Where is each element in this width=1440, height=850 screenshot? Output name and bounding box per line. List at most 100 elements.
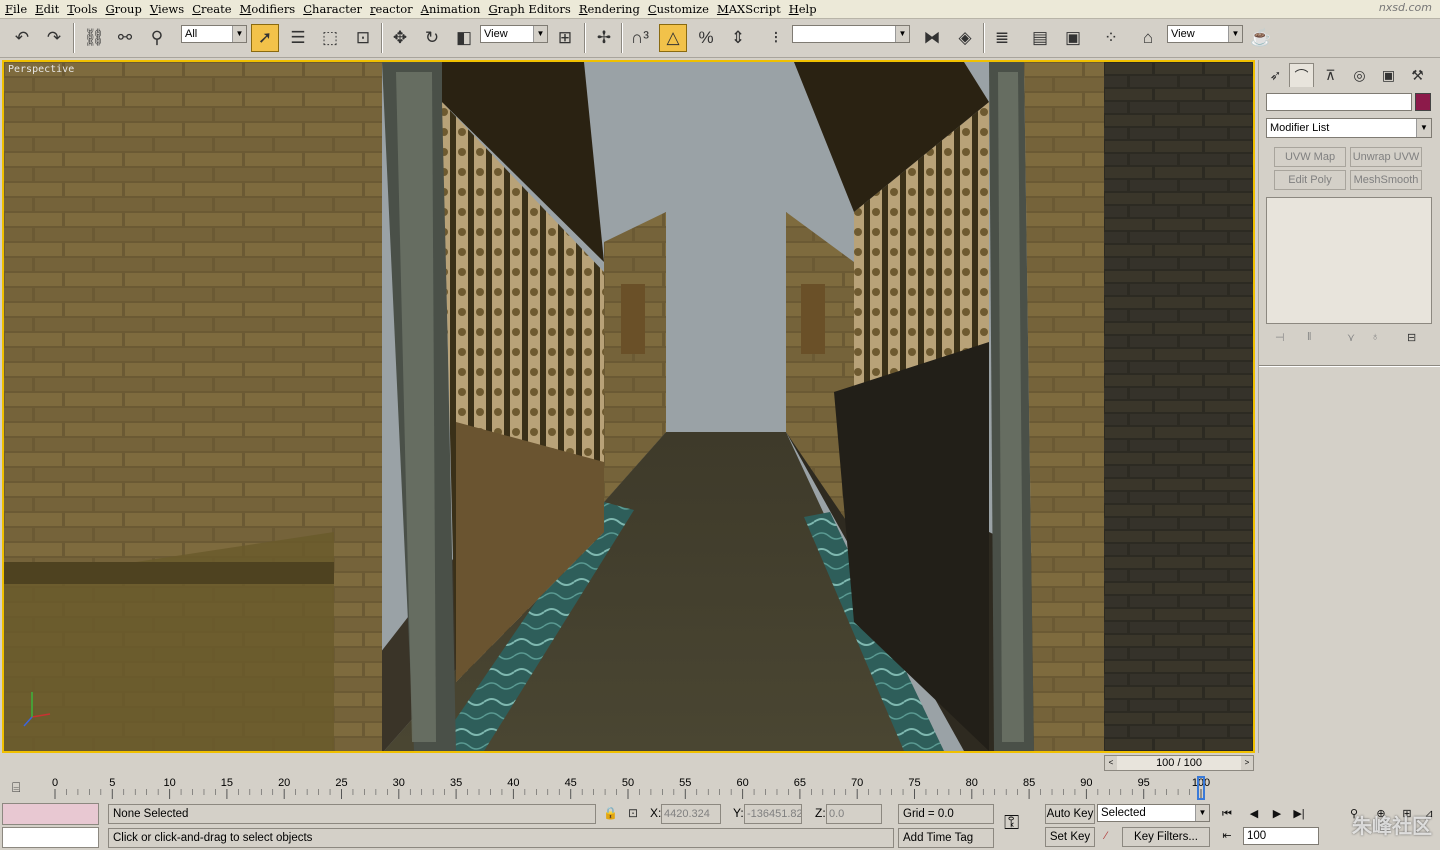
rect-region-icon[interactable]: ⬚ <box>316 24 344 52</box>
bind-spacewarp-icon[interactable]: ⚲ <box>143 24 171 52</box>
motion-tab[interactable]: ◎ <box>1347 63 1372 87</box>
schematic-view-icon[interactable]: ▣ <box>1059 24 1087 52</box>
make-unique-icon[interactable]: ⋎ <box>1347 331 1355 344</box>
add-time-tag-button[interactable]: Add Time Tag <box>898 828 994 848</box>
set-key-button[interactable]: Set Key <box>1045 827 1095 847</box>
play-icon[interactable]: ▶ <box>1268 806 1286 822</box>
key-filters-button[interactable]: Key Filters... <box>1122 827 1210 847</box>
x-coordinate-field[interactable]: 4420.324 <box>661 804 721 824</box>
curve-editor-icon[interactable]: ▤ <box>1026 24 1054 52</box>
select-object-icon[interactable]: ➚ <box>251 24 279 52</box>
key-mode-dropdown[interactable]: Selected ▼ <box>1097 804 1210 822</box>
lock-selection-icon[interactable]: 🔒 <box>603 806 618 820</box>
reference-coord-dropdown[interactable]: View ▼ <box>480 25 548 43</box>
menu-views[interactable]: Views <box>148 2 190 16</box>
object-color-swatch[interactable] <box>1415 93 1431 111</box>
next-frame-icon[interactable]: ▶| <box>1290 806 1308 822</box>
render-scene-icon[interactable]: ⌂ <box>1134 24 1162 52</box>
undo-icon[interactable]: ↶ <box>8 24 36 52</box>
go-to-start-icon[interactable]: ⏮ <box>1218 806 1236 822</box>
watermark-logo: 朱峰社区 <box>1352 814 1432 838</box>
show-end-result-icon[interactable]: ‖ <box>1307 331 1312 343</box>
display-tab[interactable]: ▣ <box>1376 63 1401 87</box>
selection-filter-dropdown[interactable]: All ▼ <box>181 25 247 43</box>
menu-modifiers[interactable]: Modifiers <box>238 2 302 16</box>
percent-snap-icon[interactable]: % <box>692 24 720 52</box>
menu-create[interactable]: Create <box>190 2 237 16</box>
menu-help[interactable]: Help <box>787 2 823 16</box>
menu-file[interactable]: File <box>3 2 33 16</box>
manipulate-icon[interactable]: ✢ <box>590 24 618 52</box>
layer-manager-icon[interactable]: ≣ <box>988 24 1016 52</box>
scale-icon[interactable]: ◧ <box>450 24 478 52</box>
select-link-icon[interactable]: ⛓ <box>80 24 108 52</box>
timeline-tick-label: 80 <box>966 777 978 789</box>
maxscript-input-mini[interactable] <box>2 827 99 848</box>
menu-character[interactable]: Character <box>301 2 368 16</box>
edit-poly-button[interactable]: Edit Poly <box>1274 170 1346 190</box>
viewport-label[interactable]: Perspective <box>8 64 74 75</box>
angle-snap-icon[interactable]: △ <box>659 24 687 52</box>
rotate-icon[interactable]: ↻ <box>418 24 446 52</box>
y-label: Y: <box>733 806 744 820</box>
select-by-name-icon[interactable]: ☰ <box>284 24 312 52</box>
z-coordinate-field[interactable]: 0.0 <box>826 804 882 824</box>
pivot-center-icon[interactable]: ⊞ <box>551 24 579 52</box>
timeline-tick-label: 10 <box>163 777 175 789</box>
prev-frame-arrow-icon[interactable]: < <box>1105 756 1117 770</box>
redo-icon[interactable]: ↷ <box>40 24 68 52</box>
meshsmooth-button[interactable]: MeshSmooth <box>1350 170 1422 190</box>
uvw-map-button[interactable]: UVW Map <box>1274 147 1346 167</box>
render-type-dropdown[interactable]: View ▼ <box>1167 25 1243 43</box>
menu-graph-editors[interactable]: Graph Editors <box>486 2 576 16</box>
menu-maxscript[interactable]: MAXScript <box>715 2 787 16</box>
time-slider[interactable]: < 100 / 100 > <box>1104 755 1254 771</box>
create-tab[interactable]: ➶ <box>1263 63 1288 87</box>
timeline-tick-label: 100 <box>1192 777 1210 789</box>
menu-edit[interactable]: Edit <box>33 2 65 16</box>
hierarchy-tab[interactable]: ⊼ <box>1318 63 1343 87</box>
key-mode-toggle-icon[interactable]: ⇤ <box>1218 828 1236 844</box>
menu-customize[interactable]: Customize <box>646 2 715 16</box>
menu-tools[interactable]: Tools <box>65 2 103 16</box>
track-bar[interactable]: 0 5 10 15 20 25 30 35 40 45 50 55 60 65 70 75 80 85 90 95 10… <box>0 773 1258 801</box>
modifier-stack-list[interactable] <box>1266 197 1432 324</box>
object-name-field[interactable] <box>1266 93 1412 111</box>
quick-render-icon[interactable]: ☕ <box>1247 24 1275 52</box>
previous-frame-icon[interactable]: ◀ <box>1245 806 1263 822</box>
timeline-tick-label: 85 <box>1023 777 1035 789</box>
window-crossing-icon[interactable]: ⊡ <box>349 24 377 52</box>
named-selection-dropdown[interactable]: ▼ <box>792 25 910 43</box>
move-icon[interactable]: ✥ <box>386 24 414 52</box>
modify-tab[interactable]: ⌒ <box>1289 63 1314 87</box>
utilities-tab[interactable]: ⚒ <box>1405 63 1430 87</box>
auto-key-button[interactable]: Auto Key <box>1045 804 1095 824</box>
material-editor-icon[interactable]: ⁘ <box>1097 24 1125 52</box>
y-coordinate-field[interactable]: -136451.82 <box>744 804 802 824</box>
unwrap-uvw-button[interactable]: Unwrap UVW <box>1350 147 1422 167</box>
perspective-viewport[interactable]: Perspective <box>2 60 1255 753</box>
menu-group[interactable]: Group <box>103 2 147 16</box>
remove-modifier-icon[interactable]: ♁ <box>1371 331 1379 343</box>
tangent-type-icon[interactable]: ⁄ <box>1097 828 1115 844</box>
edit-named-sel-icon[interactable]: ⁝ <box>762 24 790 52</box>
menu-reactor[interactable]: reactor <box>368 2 419 16</box>
unlink-icon[interactable]: ⚯ <box>111 24 139 52</box>
menu-animation[interactable]: Animation <box>419 2 487 16</box>
maxscript-listener-mini[interactable] <box>2 803 99 825</box>
pin-stack-icon[interactable]: ⊣ <box>1275 331 1285 344</box>
next-frame-arrow-icon[interactable]: > <box>1241 756 1253 770</box>
snap-3-icon[interactable]: ∩³ <box>626 24 654 52</box>
prompt-line: Click or click-and-drag to select object… <box>108 828 894 848</box>
mirror-icon[interactable]: ⧓ <box>918 24 946 52</box>
align-icon[interactable]: ◈ <box>951 24 979 52</box>
spinner-snap-icon[interactable]: ⇕ <box>724 24 752 52</box>
key-icon[interactable]: ⚿ <box>1004 812 1019 835</box>
time-slider-label: 100 / 100 <box>1156 757 1202 769</box>
modifier-list-dropdown[interactable]: Modifier List ▼ <box>1266 118 1432 138</box>
menu-rendering[interactable]: Rendering <box>577 2 646 16</box>
absolute-mode-icon[interactable]: ⊡ <box>628 806 638 820</box>
timeline-tick-label: 5 <box>109 777 115 789</box>
current-frame-field[interactable]: 100 <box>1243 827 1319 845</box>
configure-sets-icon[interactable]: ⊟ <box>1407 331 1416 344</box>
